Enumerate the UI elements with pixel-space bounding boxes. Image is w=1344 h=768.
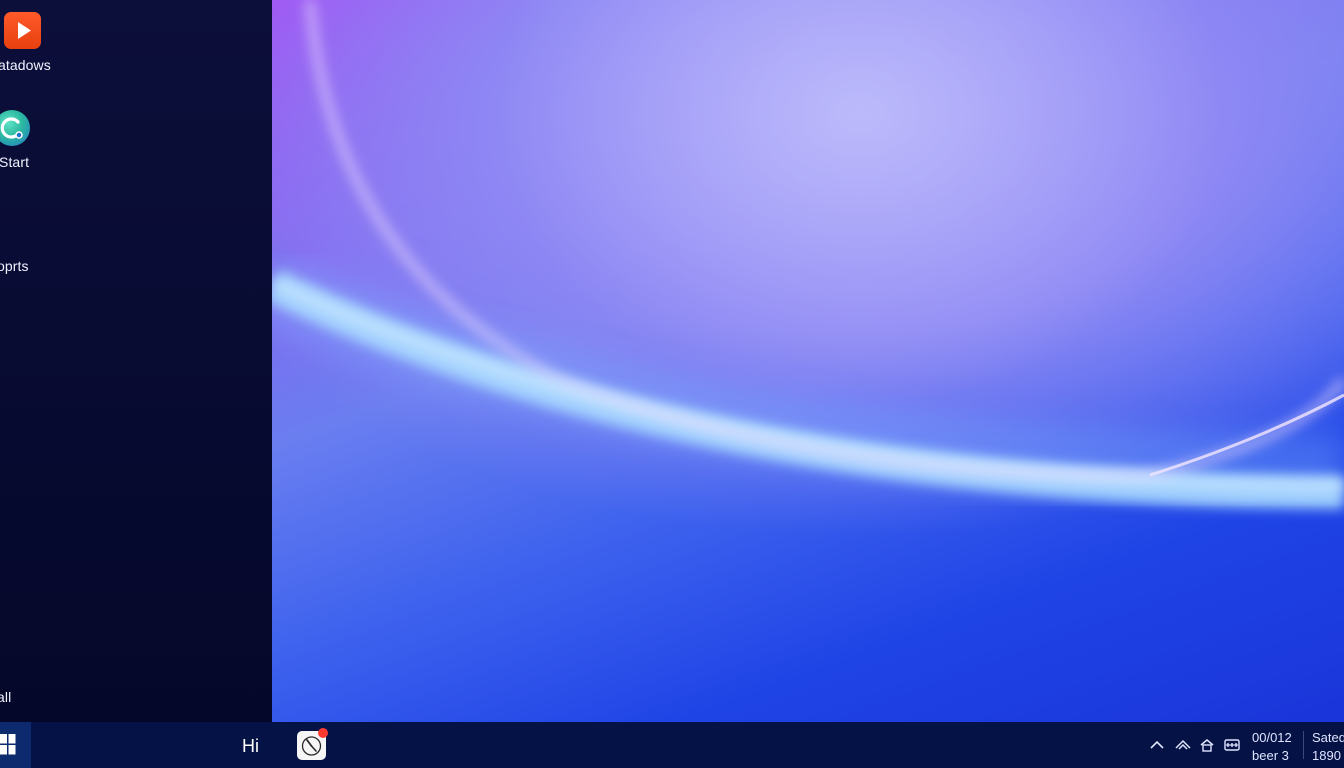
chevron-up-icon[interactable]	[1149, 737, 1165, 753]
tray-date-line1[interactable]: Sated	[1312, 729, 1344, 746]
app-logo-glyph	[0, 117, 23, 139]
play-icon[interactable]	[4, 12, 41, 49]
start-panel: atadows Start oprts all	[0, 0, 272, 722]
tray-clock-line2[interactable]: beer 3	[1252, 747, 1289, 764]
taskbar: Hi 00/012 beer 3 Sated 1890	[0, 722, 1344, 768]
keyboard-icon[interactable]	[1224, 737, 1240, 753]
tray-date-line2[interactable]: 1890	[1312, 747, 1341, 764]
panel-item-label[interactable]: atadows	[0, 57, 51, 73]
windows-logo-icon	[0, 734, 16, 755]
taskbar-label[interactable]: Hi	[242, 736, 259, 757]
taskbar-app-button[interactable]	[297, 728, 328, 760]
panel-item-label[interactable]: oprts	[0, 258, 29, 274]
home-icon[interactable]	[1199, 737, 1215, 753]
notification-badge	[318, 728, 328, 738]
app-logo-icon[interactable]	[0, 110, 30, 146]
tray-divider	[1303, 731, 1304, 759]
network-icon[interactable]	[1175, 737, 1191, 753]
panel-item-label[interactable]: Start	[0, 154, 29, 170]
tray-clock-line1[interactable]: 00/012	[1252, 729, 1292, 746]
all-apps-label[interactable]: all	[0, 689, 11, 705]
play-icon-glyph	[18, 22, 31, 39]
start-button[interactable]	[0, 722, 31, 768]
desktop-screen: atadows Start oprts all Hi 00/012 beer 3…	[0, 0, 1344, 768]
